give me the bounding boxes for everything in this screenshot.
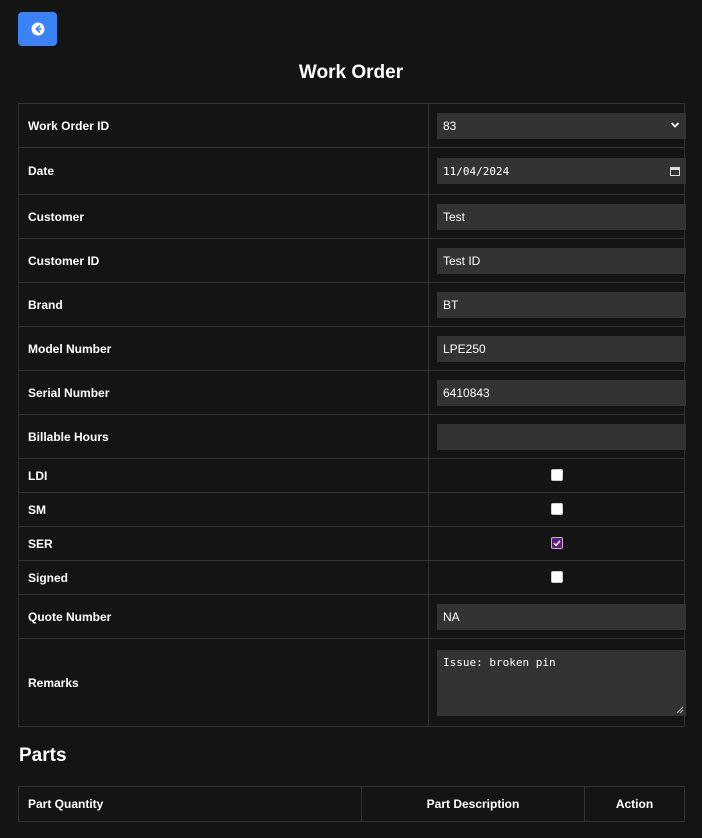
serial-number-input[interactable]: 6410843 xyxy=(437,379,686,406)
ldi-label: LDI xyxy=(18,458,429,493)
parts-header-row: Part Quantity Part Description Action xyxy=(18,786,685,822)
row-ldi: LDI xyxy=(18,458,685,493)
action-header: Action xyxy=(584,786,685,822)
customer-id-label: Customer ID xyxy=(18,238,429,283)
quote-number-input[interactable]: NA xyxy=(437,603,686,630)
signed-label: Signed xyxy=(18,560,429,595)
page-title: Work Order xyxy=(298,62,404,83)
quote-number-label: Quote Number xyxy=(18,594,429,639)
remarks-textarea[interactable]: Issue: broken pin xyxy=(437,649,686,716)
row-quote-number: Quote Number NA xyxy=(18,594,686,639)
row-ser: SER xyxy=(18,526,685,561)
back-button[interactable] xyxy=(18,12,57,46)
remarks-label: Remarks xyxy=(18,638,429,727)
row-brand: Brand BT xyxy=(18,282,686,327)
row-billable-hours: Billable Hours xyxy=(18,414,686,459)
model-number-label: Model Number xyxy=(18,326,429,371)
date-input[interactable]: 11/04/2024 xyxy=(437,158,686,184)
sm-checkbox[interactable] xyxy=(550,503,563,516)
arrow-left-circle-icon xyxy=(31,22,44,36)
remarks-value: Issue: broken pin xyxy=(443,655,556,669)
ser-label: SER xyxy=(18,526,429,561)
chevron-down-icon xyxy=(670,121,680,128)
work-order-id-select[interactable]: 83 xyxy=(437,112,686,139)
customer-id-input[interactable]: Test ID xyxy=(437,247,686,274)
calendar-icon[interactable] xyxy=(670,166,680,176)
work-order-id-label: Work Order ID xyxy=(18,103,429,148)
part-quantity-header: Part Quantity xyxy=(18,786,362,822)
parts-heading: Parts xyxy=(19,745,67,766)
parts-table: Part Quantity Part Description Action xyxy=(18,786,685,822)
checkmark-icon xyxy=(552,540,561,547)
sm-label: SM xyxy=(18,492,429,527)
customer-input[interactable]: Test xyxy=(437,203,686,230)
row-customer-id: Customer ID Test ID xyxy=(18,238,686,283)
ser-checkbox[interactable] xyxy=(550,537,563,550)
signed-checkbox[interactable] xyxy=(550,571,563,584)
serial-number-label: Serial Number xyxy=(18,370,429,415)
date-value: 11/04/2024 xyxy=(443,164,510,178)
work-order-form: Work Order ID 83 Date 11/04/2024 Custome… xyxy=(18,103,686,727)
date-label: Date xyxy=(18,147,429,195)
row-work-order-id: Work Order ID 83 xyxy=(18,103,686,148)
row-sm: SM xyxy=(18,492,685,527)
work-order-id-value: 83 xyxy=(443,118,457,133)
part-description-header: Part Description xyxy=(361,786,585,822)
billable-hours-label: Billable Hours xyxy=(18,414,429,459)
model-number-input[interactable]: LPE250 xyxy=(437,335,686,362)
row-model-number: Model Number LPE250 xyxy=(18,326,686,371)
customer-label: Customer xyxy=(18,194,429,239)
billable-hours-input[interactable] xyxy=(437,423,686,450)
row-remarks: Remarks Issue: broken pin xyxy=(18,638,686,727)
row-serial-number: Serial Number 6410843 xyxy=(18,370,686,415)
brand-input[interactable]: BT xyxy=(437,291,686,318)
resize-grip-icon[interactable] xyxy=(676,706,684,714)
brand-label: Brand xyxy=(18,282,429,327)
row-signed: Signed xyxy=(18,560,685,595)
row-customer: Customer Test xyxy=(18,194,686,239)
row-date: Date 11/04/2024 xyxy=(18,147,686,195)
ldi-checkbox[interactable] xyxy=(550,469,563,482)
